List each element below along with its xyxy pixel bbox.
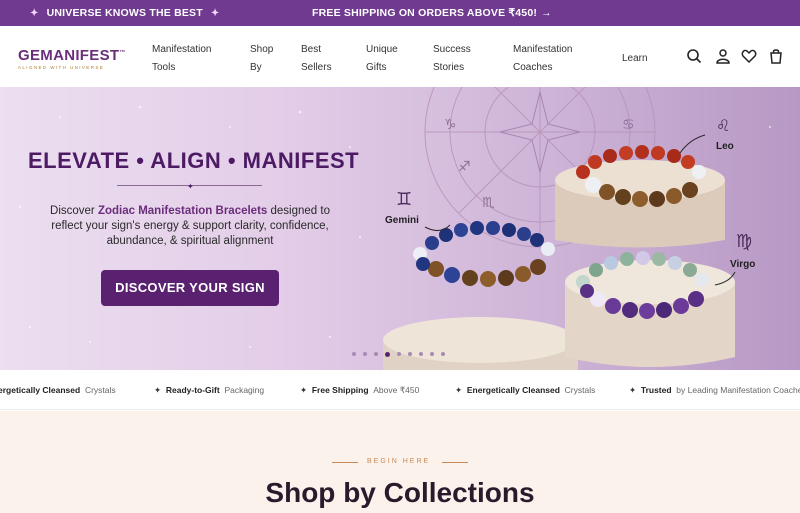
logo[interactable]: GEMANIFEST™ ALIGNED WITH UNIVERSE: [18, 47, 126, 70]
nav-label: Best: [301, 44, 322, 55]
hero-description: Discover Zodiac Manifestation Bracelets …: [40, 204, 340, 249]
nav-shop-by[interactable]: Shop By: [250, 41, 273, 77]
sign-label-leo: Leo: [716, 141, 734, 152]
nav-label: Manifestation: [152, 44, 212, 55]
nav-label: Learn: [622, 53, 648, 64]
marquee-item: ✦ Trusted by Leading Manifestation Coach…: [629, 385, 800, 396]
nav-label: By: [250, 62, 262, 73]
marquee-item-light: Crystals: [84, 385, 116, 395]
marquee-item-bold: Ready-to-Gift: [165, 385, 220, 395]
sparkle-icon: ✦: [30, 7, 39, 19]
sign-label-virgo: Virgo: [730, 259, 756, 270]
carousel-dot[interactable]: [363, 352, 367, 356]
svg-text:♍: ♍: [736, 231, 752, 252]
carousel-dot[interactable]: [374, 352, 378, 356]
nav-success-stories[interactable]: Success Stories: [433, 41, 471, 77]
nav-label: Gifts: [366, 62, 387, 73]
announcement-left-text: UNIVERSE KNOWS THE BEST: [46, 7, 203, 19]
announcement-left: ✦ UNIVERSE KNOWS THE BEST ✦: [30, 7, 219, 19]
marquee-item: ergetically Cleansed Crystals: [0, 385, 116, 395]
brand-tagline: ALIGNED WITH UNIVERSE: [18, 65, 105, 70]
carousel-dot[interactable]: [419, 352, 423, 356]
marquee-item-light: by Leading Manifestation Coaches: [676, 385, 800, 395]
nav-label: Sellers: [301, 62, 332, 73]
nav-best-sellers[interactable]: Best Sellers: [301, 41, 332, 77]
cart-icon[interactable]: [768, 48, 784, 64]
svg-text:♐: ♐: [458, 159, 471, 175]
nav-manifestation-tools[interactable]: Manifestation Tools: [152, 41, 211, 77]
marquee-item: ✦ Free Shipping Above ₹450: [300, 385, 419, 396]
nav-label: Unique: [366, 44, 398, 55]
sign-label-gemini: Gemini: [385, 215, 419, 226]
marquee-item-light: Packaging: [224, 385, 265, 395]
features-marquee: ergetically Cleansed Crystals ✦ Ready-to…: [0, 370, 800, 410]
section-eyebrow: BEGIN HERE: [332, 458, 468, 468]
svg-text:♌: ♌: [716, 116, 730, 135]
svg-text:♊: ♊: [396, 189, 412, 210]
sparkle-icon: ✦: [300, 385, 308, 395]
svg-text:♋: ♋: [622, 117, 635, 133]
hero-desc-highlight: Zodiac Manifestation Bracelets: [97, 205, 268, 217]
sparkle-icon: ✦: [154, 385, 162, 395]
nav-label: Shop: [250, 44, 274, 55]
collections-section: BEGIN HERE Shop by Collections: [0, 411, 800, 513]
section-title: Shop by Collections: [265, 477, 535, 508]
eyebrow-text: BEGIN HERE: [367, 458, 431, 465]
site-header: GEMANIFEST™ ALIGNED WITH UNIVERSE Manife…: [0, 26, 800, 87]
marquee-item-light: Crystals: [564, 385, 596, 395]
nav-label: Success: [433, 44, 471, 55]
eyebrow-line: [332, 462, 358, 463]
search-icon[interactable]: [686, 48, 702, 64]
arrow-right-icon: →: [541, 7, 552, 19]
marquee-item-bold: ergetically Cleansed: [0, 385, 81, 395]
hero-divider: ✦: [117, 182, 262, 191]
eyebrow-line: [442, 462, 468, 463]
nav-unique-gifts[interactable]: Unique Gifts: [366, 41, 398, 77]
nav-manifestation-coaches[interactable]: Manifestation Coaches: [513, 41, 572, 77]
carousel-dot[interactable]: [408, 352, 412, 356]
wishlist-icon[interactable]: [741, 48, 757, 64]
discover-sign-button[interactable]: DISCOVER YOUR SIGN: [101, 270, 279, 306]
account-icon[interactable]: [715, 48, 731, 64]
sparkle-icon: ✦: [187, 182, 194, 191]
announcement-bar: ✦ UNIVERSE KNOWS THE BEST ✦ FREE SHIPPIN…: [0, 0, 800, 26]
nav-label: Manifestation: [513, 44, 573, 55]
hero-banner: ♑ ♐ ♏ ♋ ♊ ♌ ♍ ELEVATE • ALIGN • MANIFEST…: [0, 87, 800, 370]
sparkle-icon: ✦: [629, 385, 637, 395]
carousel-dot-active[interactable]: [385, 352, 390, 357]
nav-label: Tools: [152, 62, 176, 73]
marquee-item-bold: Trusted: [640, 385, 672, 395]
shipping-announcement-link[interactable]: FREE SHIPPING ON ORDERS ABOVE ₹450! →: [312, 7, 552, 19]
carousel-dots: [352, 352, 445, 357]
carousel-dot[interactable]: [352, 352, 356, 356]
carousel-dot[interactable]: [430, 352, 434, 356]
marquee-item: ✦ Ready-to-Gift Packaging: [154, 385, 264, 396]
brand-name: GEMANIFEST: [18, 47, 120, 64]
hero-title: ELEVATE • ALIGN • MANIFEST: [28, 148, 360, 173]
sparkle-icon: ✦: [455, 385, 463, 395]
nav-learn[interactable]: Learn: [622, 50, 648, 68]
hero-desc-prefix: Discover: [50, 205, 98, 217]
carousel-dot[interactable]: [441, 352, 445, 356]
marquee-item-light: Above ₹450: [373, 385, 420, 395]
carousel-dot[interactable]: [397, 352, 401, 356]
trademark: ™: [119, 50, 126, 56]
sparkle-icon: ✦: [210, 7, 220, 19]
marquee-item-bold: Energetically Cleansed: [466, 385, 560, 395]
shipping-announcement-text: FREE SHIPPING ON ORDERS ABOVE ₹450!: [312, 7, 538, 19]
marquee-item-bold: Free Shipping: [311, 385, 369, 395]
nav-label: Coaches: [513, 62, 553, 73]
svg-text:♑: ♑: [444, 117, 457, 133]
svg-text:♏: ♏: [482, 195, 495, 211]
marquee-item: ✦ Energetically Cleansed Crystals: [455, 385, 595, 396]
nav-label: Stories: [433, 62, 465, 73]
